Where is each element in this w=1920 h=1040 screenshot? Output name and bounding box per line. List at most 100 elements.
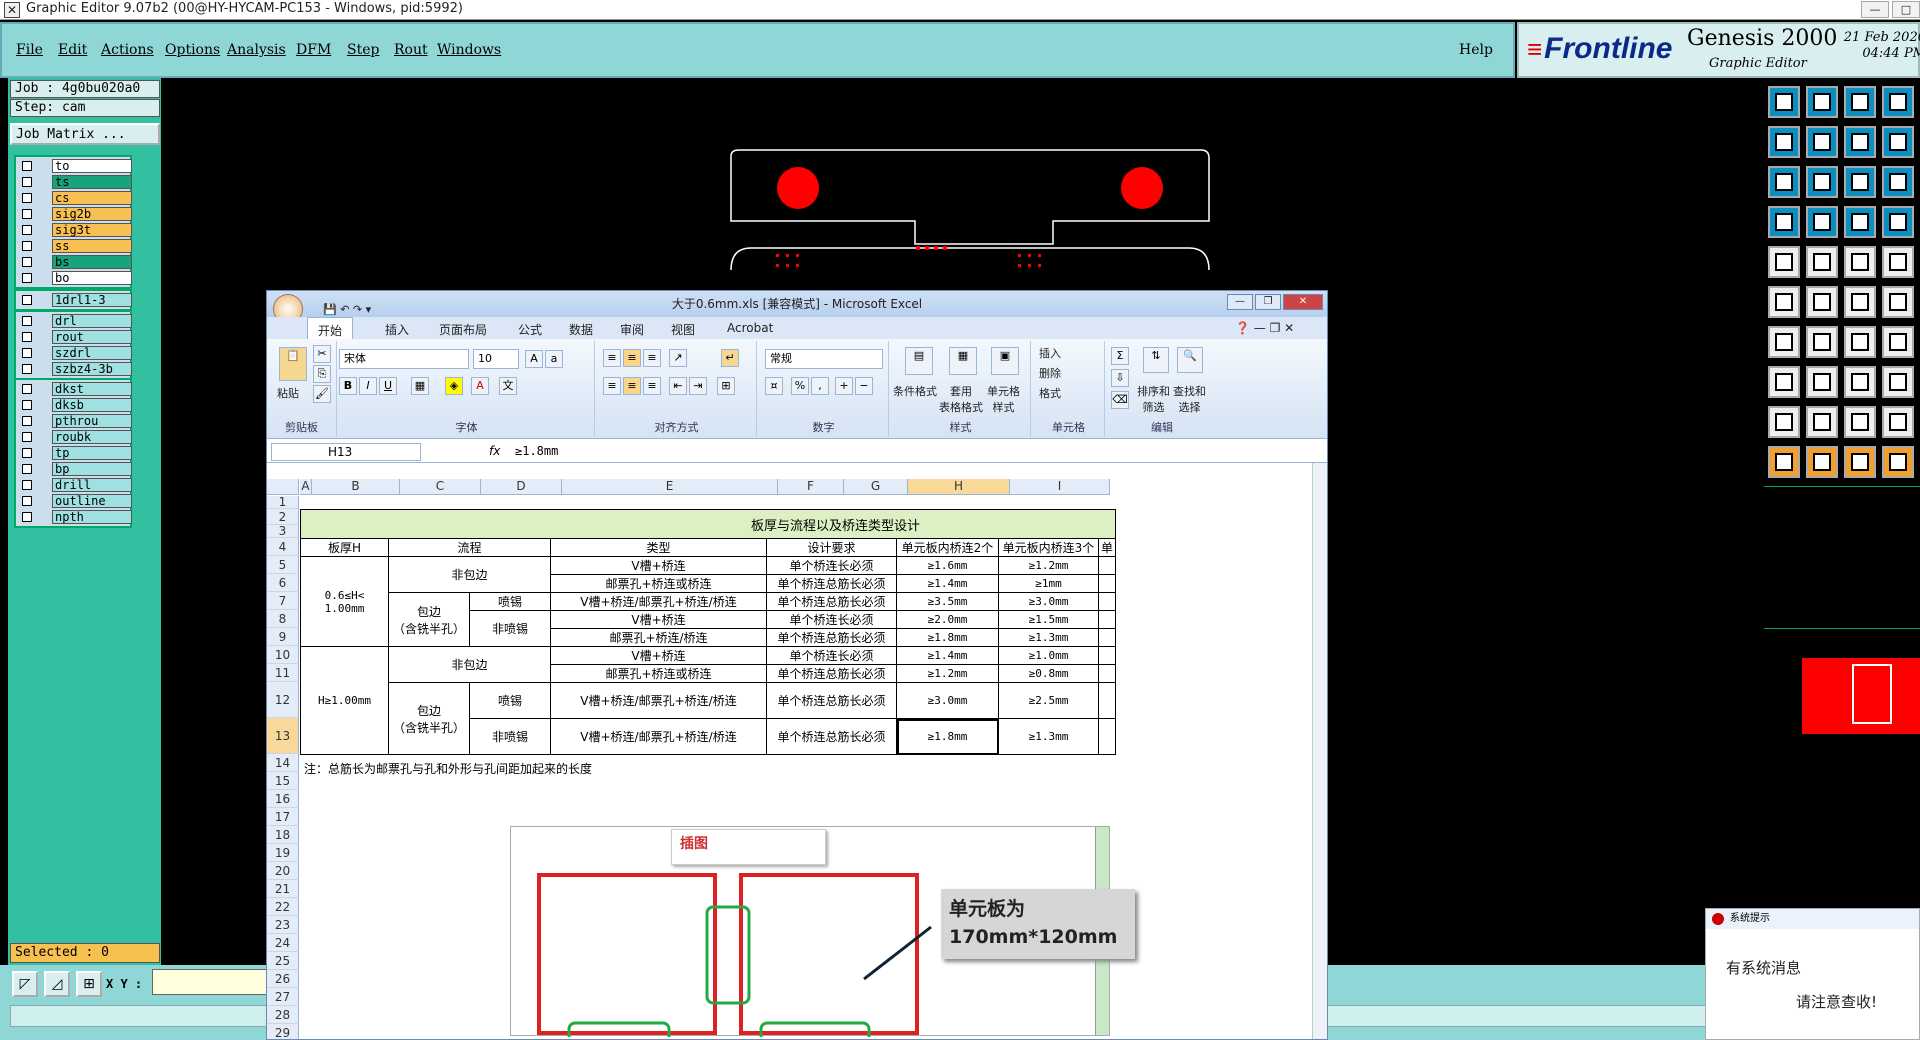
row-header-9[interactable]: 9: [267, 628, 299, 646]
thickness-range-2[interactable]: H≥1.00mm: [300, 646, 389, 755]
layer-row-outline[interactable]: outline: [17, 493, 132, 509]
menu-step[interactable]: Step: [347, 42, 379, 58]
menu-file[interactable]: File: [16, 42, 43, 58]
type-cell[interactable]: V槽+桥连: [550, 646, 767, 665]
req-cell[interactable]: 单个桥连总筋长必须: [766, 682, 897, 719]
layer-row-ts[interactable]: ts: [17, 174, 132, 190]
layer-checkbox[interactable]: [22, 480, 32, 490]
toolbox-button[interactable]: [1844, 326, 1876, 358]
layer-checkbox[interactable]: [22, 161, 32, 171]
number-format-select[interactable]: 常规: [765, 349, 883, 369]
row-header-13[interactable]: 13: [267, 718, 299, 754]
toolbox-button[interactable]: [1806, 126, 1838, 158]
layer-row-tp[interactable]: tp: [17, 445, 132, 461]
layer-row-szbz4-3b[interactable]: szbz4-3b: [17, 361, 132, 377]
val2-cell[interactable]: ≥2.0mm: [896, 610, 999, 629]
toolbox-button[interactable]: [1882, 206, 1914, 238]
toolbox-button[interactable]: [1806, 326, 1838, 358]
toolbox-button[interactable]: [1844, 86, 1876, 118]
req-cell[interactable]: 单个桥连总筋长必须: [766, 664, 897, 683]
layer-checkbox[interactable]: [22, 400, 32, 410]
column-header-B[interactable]: B: [312, 479, 400, 495]
toolbox-button[interactable]: [1768, 446, 1800, 478]
toolbox-button[interactable]: [1806, 446, 1838, 478]
layer-row-bp[interactable]: bp: [17, 461, 132, 477]
toolbox-button[interactable]: [1768, 206, 1800, 238]
menu-analysis[interactable]: Analysis: [227, 42, 286, 58]
layer-row-dkst[interactable]: dkst: [17, 381, 132, 397]
layer-checkbox[interactable]: [22, 225, 32, 235]
row-header-8[interactable]: 8: [267, 610, 299, 628]
toolbox-button[interactable]: [1882, 166, 1914, 198]
table-format-button[interactable]: 套用 表格格式: [939, 383, 983, 415]
menu-dfm[interactable]: DFM: [296, 42, 331, 58]
menu-actions[interactable]: Actions: [101, 42, 154, 58]
row-header-22[interactable]: 22: [267, 898, 299, 916]
val3-cell[interactable]: ≥2.5mm: [998, 682, 1099, 719]
layer-name[interactable]: cs: [52, 191, 132, 205]
row-header-4[interactable]: 4: [267, 538, 299, 556]
type-cell[interactable]: 邮票孔+桥连或桥连: [550, 574, 767, 593]
toolbox-button[interactable]: [1844, 286, 1876, 318]
indent-decrease-icon[interactable]: ⇤: [669, 377, 687, 395]
layer-checkbox[interactable]: [22, 384, 32, 394]
val2-cell[interactable]: ≥1.6mm: [896, 556, 999, 575]
toolbox-button[interactable]: [1844, 166, 1876, 198]
toolbox-button[interactable]: [1844, 246, 1876, 278]
row-header-12[interactable]: 12: [267, 682, 299, 718]
layer-name[interactable]: drill: [52, 478, 132, 492]
toolbox-button[interactable]: [1806, 246, 1838, 278]
req-cell[interactable]: 单个桥连长必须: [766, 646, 897, 665]
req-cell[interactable]: 单个桥连总筋长必须: [766, 718, 897, 755]
indent-increase-icon[interactable]: ⇥: [689, 377, 707, 395]
type-cell[interactable]: V槽+桥连/邮票孔+桥连/桥连: [550, 682, 767, 719]
type-cell[interactable]: V槽+桥连/邮票孔+桥连/桥连: [550, 718, 767, 755]
header-more[interactable]: 单: [1097, 538, 1117, 557]
conditional-format-button[interactable]: 条件格式: [893, 383, 937, 399]
selected-cell-h13[interactable]: ≥1.8mm: [896, 718, 999, 755]
layer-name[interactable]: drl: [52, 314, 132, 328]
zoom-tool-button[interactable]: ◸: [12, 971, 38, 997]
italic-icon[interactable]: I: [359, 377, 377, 395]
layer-row-cs[interactable]: cs: [17, 190, 132, 206]
paste-icon[interactable]: 📋: [279, 347, 307, 381]
layer-checkbox[interactable]: [22, 512, 32, 522]
row-header-19[interactable]: 19: [267, 844, 299, 862]
process-edged-2[interactable]: 包边 （含铣半孔）: [388, 682, 470, 755]
val3-cell[interactable]: ≥3.0mm: [998, 592, 1099, 611]
menu-help[interactable]: Help: [1459, 42, 1493, 58]
layer-row-sig3t[interactable]: sig3t: [17, 222, 132, 238]
row-header-14[interactable]: 14: [267, 754, 299, 772]
val3-cell[interactable]: ≥1mm: [998, 574, 1099, 593]
row-header-1[interactable]: 1: [267, 496, 299, 509]
sort-filter-icon[interactable]: ⇅: [1143, 347, 1169, 373]
toolbox-button[interactable]: [1768, 366, 1800, 398]
cut-icon[interactable]: ✂: [313, 345, 331, 363]
header-bridge2[interactable]: 单元板内桥连2个: [896, 538, 999, 557]
phonetic-icon[interactable]: 文: [499, 377, 517, 395]
layer-name[interactable]: roubk: [52, 430, 132, 444]
autosum-icon[interactable]: Σ: [1111, 347, 1129, 365]
row-header-17[interactable]: 17: [267, 808, 299, 826]
measure-tool-button[interactable]: ◿: [44, 971, 70, 997]
toolbox-button[interactable]: [1844, 126, 1876, 158]
layer-name[interactable]: dksb: [52, 398, 132, 412]
row-header-21[interactable]: 21: [267, 880, 299, 898]
layer-checkbox[interactable]: [22, 432, 32, 442]
val3-cell[interactable]: ≥1.2mm: [998, 556, 1099, 575]
header-process[interactable]: 流程: [388, 538, 551, 557]
layer-name[interactable]: sig3t: [52, 223, 132, 237]
row-header-26[interactable]: 26: [267, 970, 299, 988]
row-header-16[interactable]: 16: [267, 790, 299, 808]
layer-name[interactable]: rout: [52, 330, 132, 344]
name-box[interactable]: H13: [271, 443, 421, 461]
row-header-15[interactable]: 15: [267, 772, 299, 790]
row-header-7[interactable]: 7: [267, 592, 299, 610]
toolbox-button[interactable]: [1768, 326, 1800, 358]
layer-row-1drl1-3[interactable]: 1drl1-3: [17, 292, 132, 308]
toolbox-button[interactable]: [1882, 246, 1914, 278]
layer-checkbox[interactable]: [22, 295, 32, 305]
tab-formulas[interactable]: 公式: [518, 321, 542, 338]
column-header-D[interactable]: D: [481, 479, 562, 495]
toolbox-button[interactable]: [1882, 326, 1914, 358]
